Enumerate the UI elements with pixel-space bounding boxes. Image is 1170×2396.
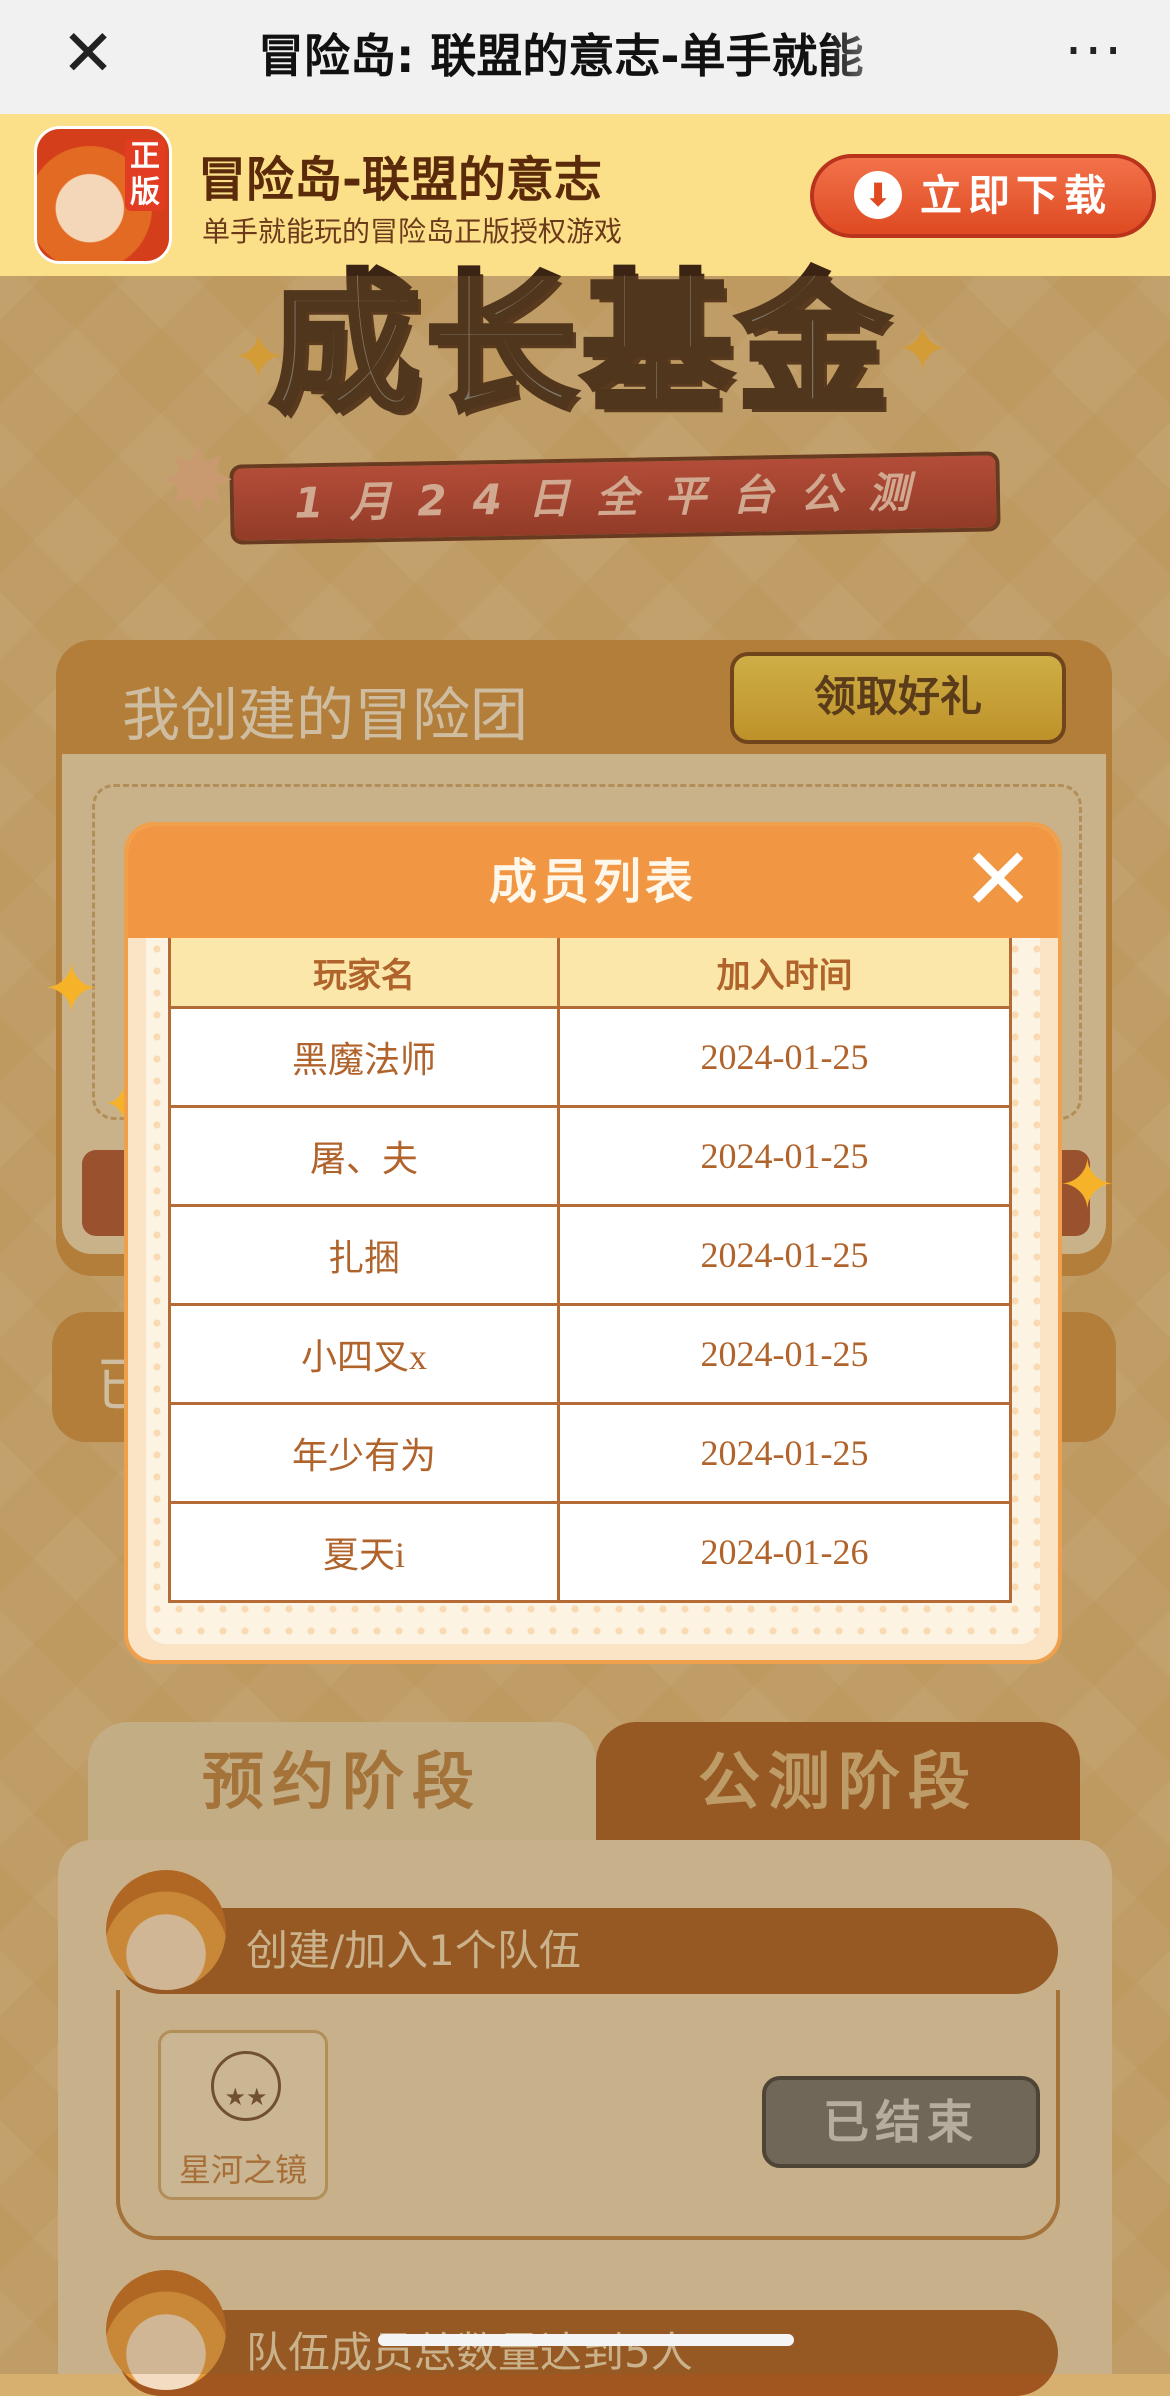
join-date: 2024-01-25: [557, 1105, 1012, 1207]
modal-header: 成员列表 ✕: [128, 826, 1058, 938]
modal-title: 成员列表: [488, 854, 697, 910]
table-row: 屠、夫 2024-01-25: [168, 1105, 1012, 1207]
app-icon[interactable]: 正版: [34, 126, 172, 264]
sparkle-icon: ✦: [1058, 1144, 1117, 1226]
close-icon[interactable]: ✕: [958, 837, 1038, 923]
browser-top-bar: ✕ 冒险岛: 联盟的意志-单手就能 ···: [0, 0, 1170, 114]
home-indicator[interactable]: [378, 2334, 794, 2346]
close-icon[interactable]: ✕: [54, 20, 122, 88]
join-date: 2024-01-25: [557, 1204, 1012, 1306]
join-date: 2024-01-25: [557, 1006, 1012, 1108]
table-row: 小四叉x 2024-01-25: [168, 1303, 1012, 1405]
download-label: 立即下载: [919, 171, 1112, 220]
column-header-player: 玩家名: [168, 938, 560, 1009]
member-list-modal: 成员列表 ✕ 玩家名 加入时间 黑魔法师 2024-01-25 屠、夫 2024…: [124, 822, 1062, 1664]
member-table: 玩家名 加入时间 黑魔法师 2024-01-25 屠、夫 2024-01-25 …: [168, 938, 1012, 1603]
app-name: 冒险岛-联盟的意志: [198, 152, 602, 208]
player-name: 年少有为: [168, 1402, 560, 1504]
player-name: 小四叉x: [168, 1303, 560, 1405]
modal-body[interactable]: 玩家名 加入时间 黑魔法师 2024-01-25 屠、夫 2024-01-25 …: [146, 938, 1040, 1644]
player-name: 夏天i: [168, 1501, 560, 1603]
table-row: 年少有为 2024-01-25: [168, 1402, 1012, 1504]
sparkle-icon: ✦: [42, 948, 101, 1030]
table-header-row: 玩家名 加入时间: [168, 938, 1012, 1009]
player-name: 黑魔法师: [168, 1006, 560, 1108]
table-row: 黑魔法师 2024-01-25: [168, 1006, 1012, 1108]
join-date: 2024-01-25: [557, 1303, 1012, 1405]
table-row: 夏天i 2024-01-26: [168, 1501, 1012, 1603]
table-row: 扎捆 2024-01-25: [168, 1204, 1012, 1306]
join-date: 2024-01-25: [557, 1402, 1012, 1504]
download-button[interactable]: ⬇ 立即下载: [810, 154, 1156, 238]
page-title: 冒险岛: 联盟的意志-单手就能: [258, 29, 864, 83]
player-name: 屠、夫: [168, 1105, 560, 1207]
official-tag: 正版: [125, 139, 165, 211]
download-icon: ⬇: [853, 170, 902, 219]
app-download-banner: 正版 冒险岛-联盟的意志 单手就能玩的冒险岛正版授权游戏 ⬇ 立即下载: [0, 114, 1170, 276]
player-name: 扎捆: [168, 1204, 560, 1306]
column-header-join-time: 加入时间: [557, 938, 1012, 1009]
join-date: 2024-01-26: [557, 1501, 1012, 1603]
app-description: 单手就能玩的冒险岛正版授权游戏: [202, 215, 623, 248]
more-icon[interactable]: ···: [1065, 22, 1124, 82]
